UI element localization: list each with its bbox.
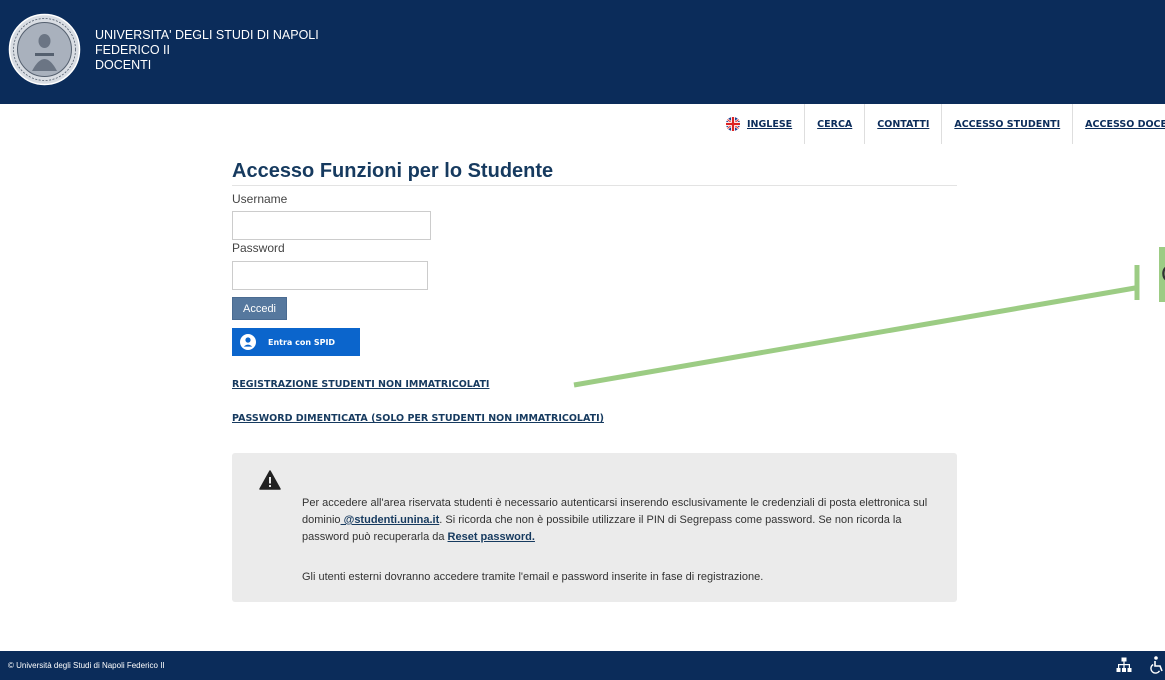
password-label: Password (232, 241, 285, 255)
footer-copyright: © Università degli Studi di Napoli Feder… (8, 661, 165, 670)
nav-label-contatti: CONTATTI (877, 118, 930, 130)
nav-label-cerca: CERCA (817, 118, 853, 130)
reset-password-link[interactable]: Reset password. (448, 531, 535, 543)
header-line-university: UNIVERSITA' DEGLI STUDI DI NAPOLI (95, 28, 319, 42)
accessibility-icon[interactable] (1150, 656, 1165, 674)
nav-item-accesso-studenti[interactable]: ACCESSO STUDENTI (942, 104, 1074, 144)
site-header: UNIVERSITA' DEGLI STUDI DI NAPOLI FEDERI… (0, 0, 1165, 104)
header-title: UNIVERSITA' DEGLI STUDI DI NAPOLI FEDERI… (95, 28, 319, 73)
spid-label: Entra con SPID (268, 337, 336, 347)
warning-icon (259, 470, 281, 490)
nav-label-accesso-docenti: ACCESSO DOCENTI (1085, 118, 1165, 130)
user-icon (240, 334, 256, 350)
nav-item-inglese[interactable]: INGLESE (714, 104, 806, 144)
page-title: Accesso Funzioni per lo Studente (232, 160, 554, 182)
header-line-federico: FEDERICO II (95, 43, 171, 57)
studenti-domain-link[interactable]: @studenti.unina.it (341, 514, 440, 526)
nav-item-contatti[interactable]: CONTATTI (865, 104, 943, 144)
username-input[interactable] (232, 211, 431, 240)
uk-flag-icon (726, 117, 740, 131)
nav-label-inglese: INGLESE (747, 118, 793, 130)
header-line-docenti: DOCENTI (95, 58, 152, 72)
sitemap-icon[interactable] (1116, 657, 1132, 673)
notice-paragraph-external: Gli utenti esterni dovranno accedere tra… (302, 571, 764, 583)
nav-label-accesso-studenti: ACCESSO STUDENTI (954, 118, 1061, 130)
notice-paragraph-credentials: Per accedere all'area riservata studenti… (302, 495, 942, 546)
title-divider (232, 185, 957, 186)
spid-login-button[interactable]: Entra con SPID (232, 328, 360, 356)
top-navigation: INGLESE CERCA CONTATTI ACCESSO STUDENTI … (714, 104, 1165, 144)
accedi-button[interactable]: Accedi (232, 297, 287, 320)
university-seal-icon[interactable] (8, 13, 81, 86)
nav-item-accesso-docenti[interactable]: ACCESSO DOCENTI (1073, 104, 1165, 144)
annotation-partial-text: C (1161, 261, 1165, 288)
nav-item-cerca[interactable]: CERCA (805, 104, 866, 144)
info-notice: Per accedere all'area riservata studenti… (232, 453, 957, 602)
registration-link[interactable]: REGISTRAZIONE STUDENTI NON IMMATRICOLATI (232, 379, 489, 390)
forgot-password-link[interactable]: PASSWORD DIMENTICATA (SOLO PER STUDENTI … (232, 413, 604, 424)
annotation-pointer-line (573, 285, 1136, 388)
password-input[interactable] (232, 261, 428, 290)
username-label: Username (232, 192, 288, 206)
site-footer: © Università degli Studi di Napoli Feder… (0, 651, 1165, 680)
